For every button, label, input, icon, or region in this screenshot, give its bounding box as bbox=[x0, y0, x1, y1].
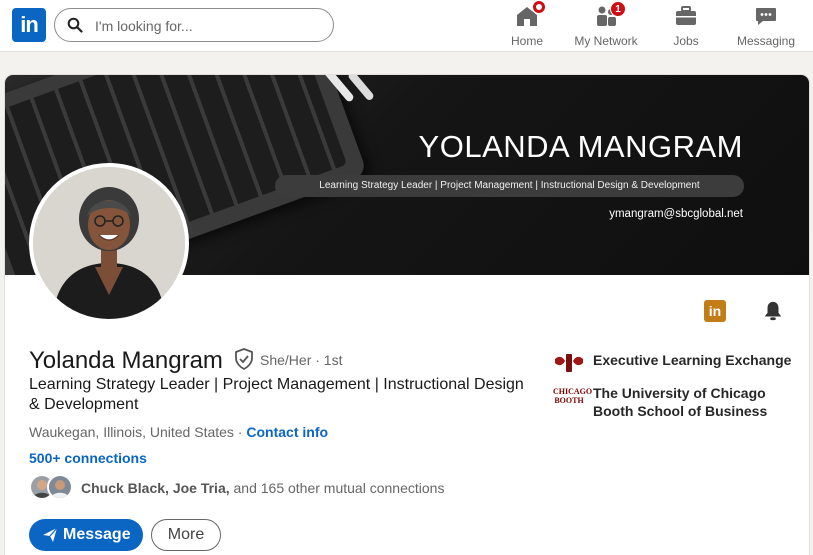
nav-my-network-label: My Network bbox=[574, 34, 638, 48]
mutual-photo bbox=[49, 476, 71, 498]
nav-messaging-label: Messaging bbox=[736, 34, 796, 48]
chat-icon bbox=[756, 8, 776, 25]
nav-my-network[interactable]: 1 My Network bbox=[571, 1, 641, 48]
mutual-connections[interactable]: Chuck Black, Joe Tria, and 165 other mut… bbox=[81, 480, 444, 496]
connections-link[interactable]: 500+ connections bbox=[29, 450, 147, 466]
profile-headline: Learning Strategy Leader | Project Manag… bbox=[29, 376, 524, 413]
nav-jobs-label: Jobs bbox=[673, 34, 699, 48]
top-nav: in Home 1 My Network bbox=[0, 0, 813, 52]
network-badge: 1 bbox=[610, 1, 626, 17]
mutual-rest: and 165 other mutual connections bbox=[229, 480, 445, 496]
linkedin-logo[interactable]: in bbox=[12, 8, 46, 42]
verified-shield-icon[interactable] bbox=[234, 348, 254, 370]
more-button[interactable]: More bbox=[151, 519, 221, 551]
education-school: The University of Chicago Booth School o… bbox=[593, 385, 768, 419]
nav-home-label: Home bbox=[510, 34, 543, 48]
search-box[interactable] bbox=[54, 8, 334, 42]
home-notification-dot bbox=[532, 0, 546, 14]
profile-photo bbox=[33, 167, 185, 319]
banner-tagline: Learning Strategy Leader | Project Manag… bbox=[275, 175, 744, 197]
experience-company: Executive Learning Exchange bbox=[593, 352, 792, 368]
location-line: Waukegan, Illinois, United States · Cont… bbox=[29, 424, 328, 440]
nav-home[interactable]: Home bbox=[507, 0, 547, 48]
banner-name: YOLANDA MANGRAM bbox=[418, 129, 743, 164]
search-icon bbox=[67, 17, 83, 33]
mutual-avatar[interactable] bbox=[47, 474, 73, 500]
nav-messaging[interactable]: Messaging bbox=[736, 4, 796, 48]
message-button[interactable]: Message bbox=[29, 519, 143, 551]
company-logo bbox=[555, 354, 583, 372]
profile-name: Yolanda Mangram bbox=[29, 347, 223, 374]
profile-avatar[interactable] bbox=[29, 163, 189, 323]
briefcase-icon bbox=[676, 6, 696, 25]
location-text: Waukegan, Illinois, United States · bbox=[29, 424, 247, 440]
pronoun-degree: She/Her · 1st bbox=[260, 352, 343, 368]
nav-jobs[interactable]: Jobs bbox=[666, 4, 706, 48]
school-logo: CHICAGO BOOTH bbox=[553, 387, 593, 405]
premium-linkedin-icon[interactable]: in bbox=[704, 300, 726, 322]
message-button-label: Message bbox=[63, 526, 131, 543]
profile-card: YOLANDA MANGRAM Learning Strategy Leader… bbox=[5, 75, 809, 555]
contact-info-link[interactable]: Contact info bbox=[246, 424, 328, 440]
search-input[interactable] bbox=[95, 15, 325, 37]
bell-icon[interactable] bbox=[762, 299, 784, 323]
send-icon bbox=[43, 527, 58, 542]
mutual-names: Chuck Black, Joe Tria, bbox=[81, 480, 230, 496]
banner-email: ymangram@sbcglobal.net bbox=[609, 208, 743, 220]
